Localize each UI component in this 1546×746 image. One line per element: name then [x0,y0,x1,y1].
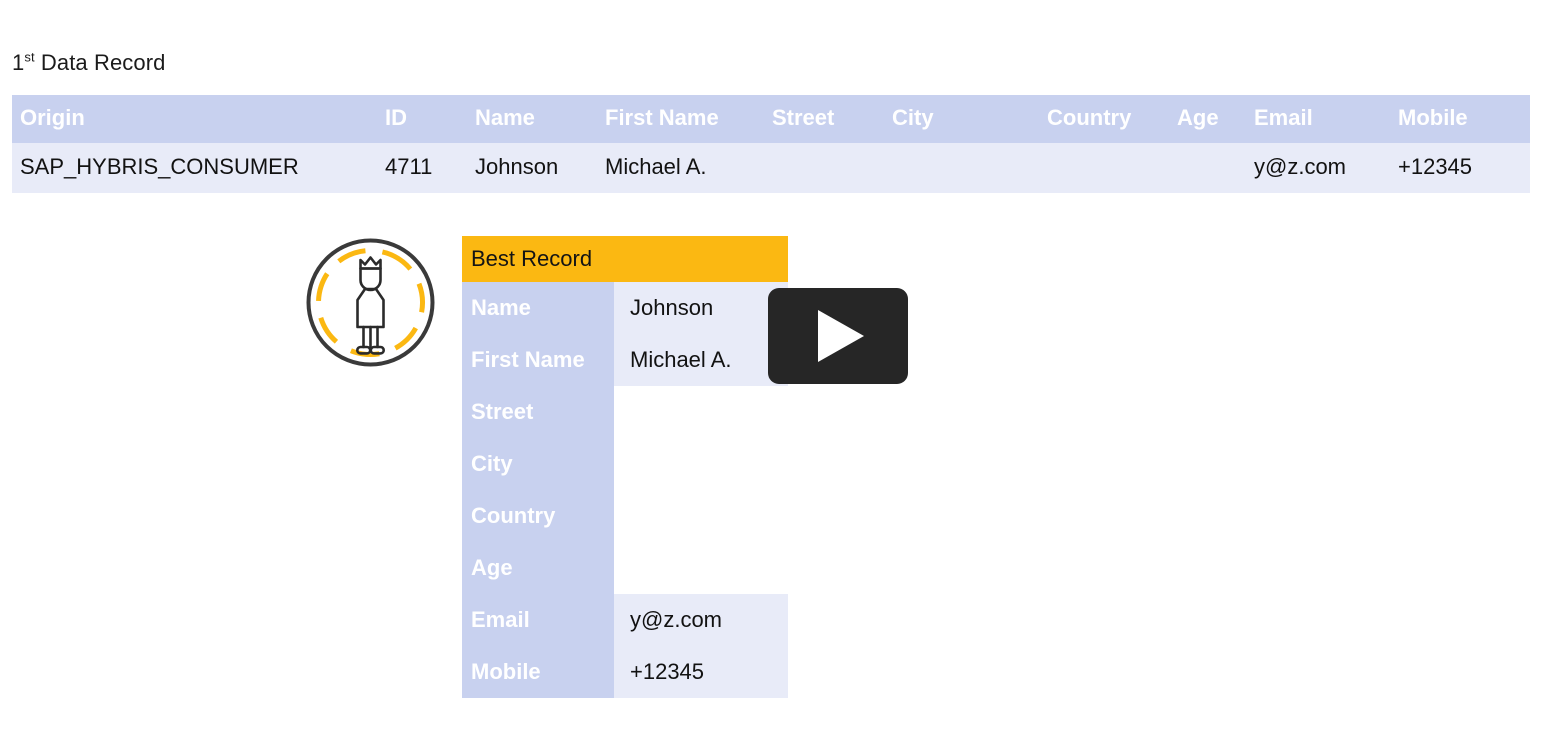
best-record-row-first-name: First Name Michael A. [462,334,788,386]
best-record-panel: Best Record Name Johnson First Name Mich… [462,236,788,698]
best-record-row-age: Age [462,542,788,594]
cell-name: Johnson [475,143,605,193]
page-title-number: 1 [12,50,25,75]
cell-street [772,143,892,193]
cell-id: 4711 [385,143,475,193]
best-record-value-street [614,386,788,438]
column-header-name: Name [475,95,605,143]
column-header-street: Street [772,95,892,143]
cell-city [892,143,1047,193]
column-header-age: Age [1177,95,1254,143]
table-row: SAP_HYBRIS_CONSUMER 4711 Johnson Michael… [12,143,1530,193]
column-header-mobile: Mobile [1398,95,1530,143]
play-button[interactable] [768,288,908,384]
cell-first-name: Michael A. [605,143,772,193]
best-record-value-first-name: Michael A. [614,334,788,386]
page-title-ordinal-suffix: st [24,49,35,65]
cell-age [1177,143,1254,193]
best-record-label-mobile: Mobile [462,646,614,698]
best-record-label-city: City [462,438,614,490]
best-record-row-name: Name Johnson [462,282,788,334]
best-record-value-country [614,490,788,542]
best-record-row-mobile: Mobile +12345 [462,646,788,698]
best-record-value-mobile: +12345 [614,646,788,698]
cell-email: y@z.com [1254,143,1398,193]
column-header-city: City [892,95,1047,143]
best-record-row-street: Street [462,386,788,438]
cell-origin: SAP_HYBRIS_CONSUMER [12,143,385,193]
data-record-table: Origin ID Name First Name Street City Co… [12,95,1530,193]
best-record-label-street: Street [462,386,614,438]
best-record-label-country: Country [462,490,614,542]
best-record-value-city [614,438,788,490]
best-record-row-email: Email y@z.com [462,594,788,646]
best-record-header: Best Record [462,236,788,282]
best-record-value-name: Johnson [614,282,788,334]
best-record-value-email: y@z.com [614,594,788,646]
column-header-origin: Origin [12,95,385,143]
best-record-label-age: Age [462,542,614,594]
best-record-label-name: Name [462,282,614,334]
table-header-row: Origin ID Name First Name Street City Co… [12,95,1530,143]
column-header-country: Country [1047,95,1177,143]
best-record-label-first-name: First Name [462,334,614,386]
data-record-table-body: SAP_HYBRIS_CONSUMER 4711 Johnson Michael… [12,143,1530,193]
cell-country [1047,143,1177,193]
play-icon [818,310,864,362]
column-header-id: ID [385,95,475,143]
best-record-row-city: City [462,438,788,490]
column-header-first-name: First Name [605,95,772,143]
page-title-text: Data Record [34,50,166,75]
best-record-row-country: Country [462,490,788,542]
column-header-email: Email [1254,95,1398,143]
best-record-value-age [614,542,788,594]
crowned-person-icon [303,235,438,370]
cell-mobile: +12345 [1398,143,1530,193]
data-record-table-head: Origin ID Name First Name Street City Co… [12,95,1530,143]
best-record-label-email: Email [462,594,614,646]
page-title: 1st Data Record [12,50,165,76]
